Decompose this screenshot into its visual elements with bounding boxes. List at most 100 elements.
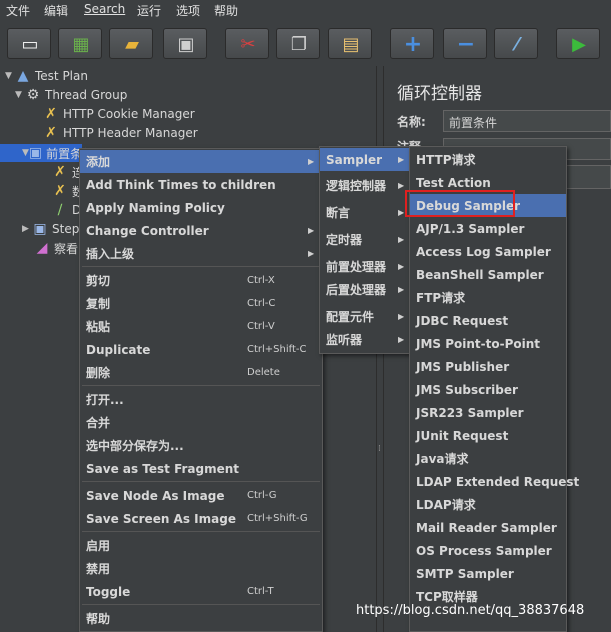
expanded-arrow-icon[interactable]: ▼ [5,71,15,81]
add-submenu-item[interactable]: 断言 ▶ [320,201,409,224]
sampler-menu-item[interactable]: LDAP Extended Request [410,470,579,493]
context-menu-item[interactable]: 插入上级 ▶ [80,242,322,265]
start-icon: ▶ [572,34,586,55]
menu-item[interactable]: Search [84,2,125,16]
copy-button[interactable]: ❐ [276,28,320,59]
menu-item-label: HTTP请求 [416,153,476,167]
start-button[interactable]: ▶ [556,28,600,59]
add-submenu-item[interactable]: 后置处理器 ▶ [320,278,409,301]
add-submenu-item[interactable]: 定时器 ▶ [320,228,409,251]
name-field[interactable]: 前置条件 [443,110,611,132]
context-menu-item[interactable]: Save Screen As Image Ctrl+Shift-G [80,507,322,530]
add-submenu-item[interactable]: 监听器 ▶ [320,328,409,351]
tree-node[interactable]: ✗ HTTP Cookie Manager [33,105,195,123]
sampler-menu-item[interactable]: Mail Reader Sampler [410,516,566,539]
add-submenu: Sampler ▶ 逻辑控制器 ▶ 断言 ▶ 定时器 ▶ 前置处理器 ▶ 后置处理器 ▶ 配置元件 ▶ 监听… [319,146,410,354]
menu-item-label: JMS Point-to-Point [416,336,541,351]
context-menu-item[interactable]: 剪切 Ctrl-X [80,269,322,292]
menu-item-label: FTP请求 [416,291,466,305]
test-plan-icon: ▲ [17,68,29,84]
context-menu-item[interactable]: 帮助 [80,607,322,630]
context-menu-item[interactable]: 复制 Ctrl-C [80,292,322,315]
sampler-menu-item[interactable]: Java请求 [410,447,566,470]
collapsed-arrow-icon[interactable]: ▶ [22,224,32,234]
menu-item-label: 配置元件 [326,310,375,324]
menu-item-label: OS Process Sampler [416,543,552,558]
sampler-menu-item[interactable]: OS Process Sampler [410,539,566,562]
sampler-menu-item[interactable]: JSR223 Sampler [410,401,566,424]
toggle-button[interactable]: ⁄ [494,28,538,59]
tree-node[interactable]: ▼ ▲ Test Plan [5,67,88,85]
context-menu-item[interactable]: 启用 [80,534,322,557]
menu-item-label: Sampler [326,152,383,167]
context-menu-item[interactable]: 合并 [80,411,322,434]
collapse-button[interactable]: − [443,28,487,59]
tree-node[interactable]: ▼ ▣ 前置条件 [0,144,94,162]
sampler-menu-item[interactable]: HTTP请求 [410,148,566,171]
paste-button[interactable]: ▤ [328,28,372,59]
menu-item-label: AJP/1.3 Sampler [416,221,525,236]
tree-node[interactable]: ◢ 察看 [24,239,78,257]
context-menu-item[interactable]: Save Node As Image Ctrl-G [80,484,322,507]
context-menu-item[interactable]: Toggle Ctrl-T [80,580,322,603]
tree-node[interactable]: ✗ 数 [42,182,84,200]
sampler-menu-item[interactable]: Access Log Sampler [410,240,566,263]
add-submenu-item[interactable]: 逻辑控制器 ▶ [320,174,409,197]
menubar: 文件 编辑 Search 运行 选项 帮助 [0,0,611,20]
expanded-arrow-icon[interactable]: ▼ [15,90,25,100]
sampler-menu-item[interactable]: SMTP Sampler [410,562,566,585]
sampler-menu-item[interactable]: BeanShell Sampler [410,263,566,286]
save-icon: ▣ [177,34,195,55]
context-menu-item[interactable]: Change Controller ▶ [80,219,322,242]
menu-item[interactable]: 编辑 [44,2,68,19]
menu-item[interactable]: 运行 [137,2,161,19]
expanded-arrow-icon[interactable]: ▼ [22,148,29,158]
context-menu-item[interactable]: 添加 ▶ [80,150,322,173]
context-menu-item[interactable]: 选中部分保存为... [80,434,322,457]
new-icon: ▭ [21,34,39,55]
tree-node[interactable]: ✗ HTTP Header Manager [33,124,198,142]
context-menu-item[interactable]: Duplicate Ctrl+Shift-C [80,338,322,361]
expand-icon: + [403,32,423,57]
menu-item-label: JMS Subscriber [416,382,518,397]
sampler-menu-item[interactable]: JUnit Request [410,424,566,447]
context-menu-item[interactable]: 打开... [80,388,322,411]
menu-item-label: 打开... [86,393,124,407]
add-submenu-item[interactable]: Sampler ▶ [320,148,409,171]
sampler-menu-item[interactable]: JMS Publisher [410,355,566,378]
save-button[interactable]: ▣ [163,28,207,59]
menu-item[interactable]: 选项 [176,2,200,19]
sampler-menu-item[interactable]: JMS Subscriber [410,378,566,401]
tree-node[interactable]: ✗ 连 [42,163,84,181]
context-menu-item[interactable]: 粘贴 Ctrl-V [80,315,322,338]
sampler-menu-item[interactable]: AJP/1.3 Sampler [410,217,566,240]
submenu-arrow-icon: ▶ [398,262,405,271]
sampler-menu-item[interactable]: JMS Point-to-Point [410,332,566,355]
open-button[interactable]: ▰ [109,28,153,59]
menu-shortcut: Delete [247,367,280,378]
context-menu-item[interactable]: Save as Test Fragment [80,457,322,480]
cut-button[interactable]: ✂ [225,28,269,59]
sampler-menu-item[interactable]: FTP请求 [410,286,566,309]
tree-node[interactable]: ▼ ⚙ Thread Group [15,86,127,104]
add-submenu-item[interactable]: 前置处理器 ▶ [320,255,409,278]
wrench-icon: ✗ [45,106,57,122]
menu-item[interactable]: 帮助 [214,2,238,19]
menu-item-label: 插入上级 [86,247,135,261]
context-menu-item[interactable]: 禁用 [80,557,322,580]
submenu-arrow-icon: ▶ [308,249,315,258]
templates-button[interactable]: ▦ [58,28,102,59]
sampler-menu-item[interactable]: LDAP请求 [410,493,566,516]
new-button[interactable]: ▭ [7,28,51,59]
menu-item[interactable]: 文件 [6,2,30,19]
tree-node[interactable]: ▶ ▣ Step [22,220,79,238]
expand-button[interactable]: + [390,28,434,59]
sampler-menu-item[interactable]: JDBC Request [410,309,566,332]
menu-item-label: 后置处理器 [326,283,387,297]
menu-item-label: JMS Publisher [416,359,510,374]
context-menu-item[interactable]: Apply Naming Policy [80,196,322,219]
context-menu-item[interactable]: 删除 Delete [80,361,322,384]
add-submenu-item[interactable]: 配置元件 ▶ [320,305,409,328]
context-menu-item[interactable]: Add Think Times to children [80,173,322,196]
menu-separator [82,481,320,482]
